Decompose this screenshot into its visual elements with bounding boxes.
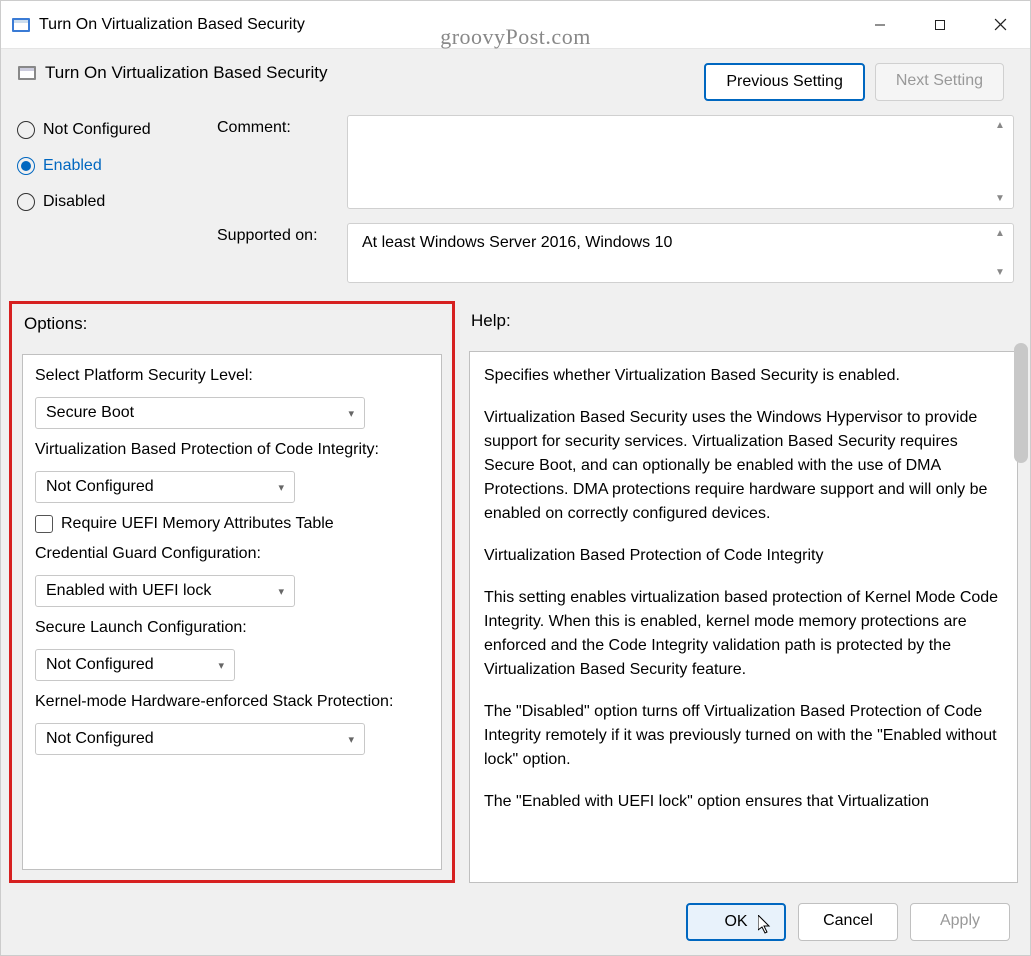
- checkbox-icon: [35, 515, 53, 533]
- radio-label: Disabled: [43, 193, 105, 211]
- platform-security-label: Select Platform Security Level:: [35, 367, 429, 385]
- window-controls: [850, 1, 1030, 48]
- kernelstack-select[interactable]: Not Configured▾: [35, 723, 365, 755]
- policy-icon: [11, 15, 31, 35]
- radio-icon: [17, 157, 35, 175]
- bottom-bar: OK Cancel Apply: [1, 891, 1030, 955]
- apply-button[interactable]: Apply: [910, 903, 1010, 941]
- platform-security-select[interactable]: Secure Boot▾: [35, 397, 365, 429]
- uefi-checkbox-label: Require UEFI Memory Attributes Table: [61, 515, 334, 533]
- kernelstack-label: Kernel-mode Hardware-enforced Stack Prot…: [35, 693, 429, 711]
- ok-button[interactable]: OK: [686, 903, 786, 941]
- chevron-down-icon: ▾: [278, 481, 284, 494]
- minimize-button[interactable]: [850, 1, 910, 48]
- radio-not-configured[interactable]: Not Configured: [17, 121, 217, 139]
- policy-title: Turn On Virtualization Based Security: [45, 63, 328, 83]
- options-panel: Options: Select Platform Security Level:…: [9, 301, 455, 883]
- credguard-label: Credential Guard Configuration:: [35, 545, 429, 563]
- scroll-arrows-icon: ▲▼: [995, 228, 1009, 278]
- close-button[interactable]: [970, 1, 1030, 48]
- vbpci-label: Virtualization Based Protection of Code …: [35, 441, 429, 459]
- cursor-icon: [758, 915, 774, 935]
- comment-input[interactable]: ▲▼: [347, 115, 1014, 209]
- supported-label: Supported on:: [217, 223, 337, 245]
- comment-label: Comment:: [217, 115, 337, 137]
- scroll-arrows-icon: ▲▼: [995, 120, 1009, 204]
- securelaunch-select[interactable]: Not Configured▾: [35, 649, 235, 681]
- vbpci-select[interactable]: Not Configured▾: [35, 471, 295, 503]
- radio-disabled[interactable]: Disabled: [17, 193, 217, 211]
- policy-header-icon: [17, 63, 37, 83]
- previous-setting-button[interactable]: Previous Setting: [704, 63, 865, 101]
- options-box: Select Platform Security Level: Secure B…: [22, 354, 442, 870]
- window-title: Turn On Virtualization Based Security: [39, 16, 850, 34]
- next-setting-button[interactable]: Next Setting: [875, 63, 1004, 101]
- radio-enabled[interactable]: Enabled: [17, 157, 217, 175]
- chevron-down-icon: ▾: [348, 733, 354, 746]
- maximize-button[interactable]: [910, 1, 970, 48]
- radio-label: Enabled: [43, 157, 102, 175]
- state-radios: Not Configured Enabled Disabled: [17, 115, 217, 283]
- panels: Options: Select Platform Security Level:…: [1, 283, 1030, 891]
- dialog-window: Turn On Virtualization Based Security gr…: [0, 0, 1031, 956]
- help-panel: Help: Specifies whether Virtualization B…: [469, 301, 1018, 883]
- cancel-button[interactable]: Cancel: [798, 903, 898, 941]
- radio-icon: [17, 193, 35, 211]
- titlebar: Turn On Virtualization Based Security: [1, 1, 1030, 49]
- radio-icon: [17, 121, 35, 139]
- securelaunch-label: Secure Launch Configuration:: [35, 619, 429, 637]
- radio-label: Not Configured: [43, 121, 151, 139]
- options-title: Options:: [22, 314, 442, 334]
- supported-value: At least Windows Server 2016, Windows 10…: [347, 223, 1014, 283]
- help-title: Help:: [469, 311, 1018, 331]
- chevron-down-icon: ▾: [218, 659, 224, 672]
- help-text: Specifies whether Virtualization Based S…: [469, 351, 1018, 883]
- chevron-down-icon: ▾: [278, 585, 284, 598]
- uefi-checkbox-row[interactable]: Require UEFI Memory Attributes Table: [35, 515, 429, 533]
- credguard-select[interactable]: Enabled with UEFI lock▾: [35, 575, 295, 607]
- config-row: Not Configured Enabled Disabled Comment:…: [1, 107, 1030, 283]
- scrollbar[interactable]: [1014, 343, 1028, 463]
- chevron-down-icon: ▾: [348, 407, 354, 420]
- header: Turn On Virtualization Based Security Pr…: [1, 49, 1030, 107]
